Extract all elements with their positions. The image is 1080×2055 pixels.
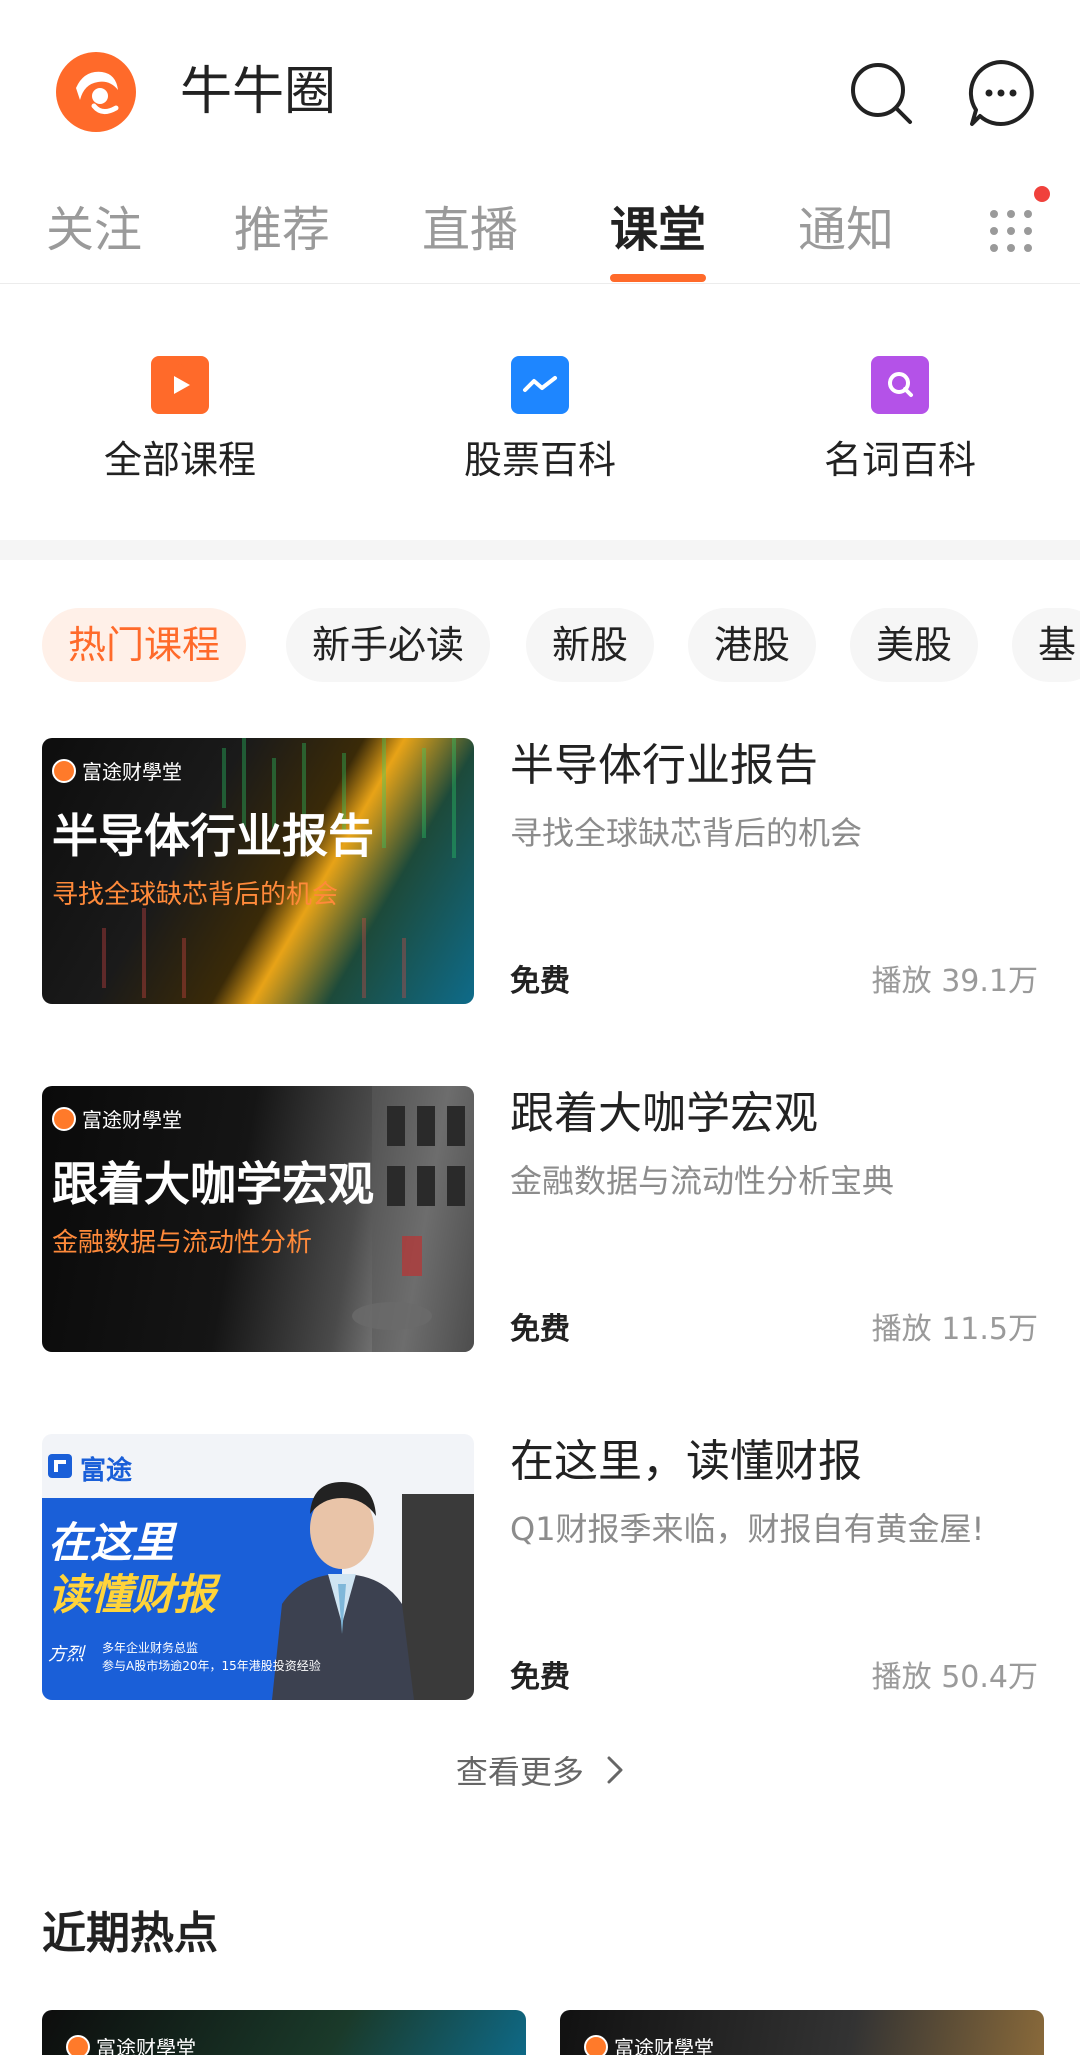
chip-us-stocks[interactable]: 美股: [850, 608, 979, 682]
chip-hk-stocks[interactable]: 港股: [688, 608, 817, 682]
presenter-desc-2: 参与A股市场逾20年，15年港股投资经验: [102, 1659, 321, 1673]
shortcut-label: 名词百科: [823, 438, 976, 482]
course-play-count: 播放 39.1万: [871, 964, 1038, 999]
search-book-icon: [871, 356, 929, 414]
play-tv-icon: [151, 356, 209, 414]
section-divider: [0, 540, 1080, 560]
course-item[interactable]: 富途财學堂 半导体行业报告 寻找全球缺芯背后的机会 半导体行业报告 寻找全球缺芯…: [0, 738, 1080, 1008]
brand-mascot-icon: [52, 758, 76, 783]
course-price: 免费: [510, 1312, 570, 1347]
thumb-title: 跟着大咖学宏观: [52, 1157, 374, 1211]
brand-text: 富途财學堂: [82, 1108, 182, 1132]
course-play-count: 播放 50.4万: [871, 1660, 1038, 1695]
course-item[interactable]: 富途 在这里 读懂财报 方烈 多年企业财务总监 参与A股市场逾20年，15年港股…: [0, 1434, 1080, 1704]
section-title: 近期热点: [42, 1908, 218, 1959]
notification-badge: [1034, 186, 1050, 202]
brand-logo: 富途财學堂: [584, 2032, 714, 2055]
chart-line-icon: [511, 356, 569, 414]
course-subtitle: Q1财报季来临，财报自有黄金屋!: [510, 1510, 985, 1548]
course-price: 免费: [510, 964, 570, 999]
brand-text: 富途财學堂: [614, 2036, 714, 2055]
tab-classroom[interactable]: 课堂: [610, 200, 706, 260]
brand-mascot-icon: [66, 2034, 90, 2055]
chip-beginner[interactable]: 新手必读: [286, 608, 491, 682]
course-title[interactable]: 在这里，读懂财报: [510, 1434, 862, 1490]
active-tab-indicator: [610, 274, 706, 282]
tab-live[interactable]: 直播: [422, 200, 518, 260]
see-more-label: 查看更多: [455, 1753, 584, 1791]
message-icon[interactable]: [966, 58, 1036, 128]
course-title[interactable]: 跟着大咖学宏观: [510, 1086, 818, 1142]
thumb-subtitle: 寻找全球缺芯背后的机会: [52, 880, 339, 910]
thumb-subtitle: 金融数据与流动性分析: [52, 1228, 313, 1258]
tab-notifications[interactable]: 通知: [798, 200, 894, 260]
course-thumbnail[interactable]: 富途 在这里 读懂财报 方烈 多年企业财务总监 参与A股市场逾20年，15年港股…: [42, 1434, 474, 1700]
search-icon[interactable]: [848, 60, 916, 128]
presenter-name: 方烈: [48, 1644, 84, 1665]
course-thumbnail[interactable]: 富途财學堂 跟着大咖学宏观 金融数据与流动性分析: [42, 1086, 474, 1352]
brand-mascot-icon: [584, 2034, 608, 2055]
app-header: 牛牛圈: [0, 0, 1080, 190]
shortcut-all-courses[interactable]: 全部课程: [60, 356, 300, 484]
hot-topic-card[interactable]: 富途财學堂: [560, 2010, 1044, 2055]
shortcut-label: 全部课程: [103, 438, 256, 482]
course-subtitle: 金融数据与流动性分析宝典: [510, 1162, 895, 1200]
grid-menu-icon[interactable]: [988, 208, 1034, 254]
app-logo-icon[interactable]: [54, 50, 138, 134]
thumb-title-line1: 在这里: [48, 1518, 175, 1567]
course-item[interactable]: 富途财學堂 跟着大咖学宏观 金融数据与流动性分析 跟着大咖学宏观 金融数据与流动…: [0, 1086, 1080, 1356]
course-thumbnail[interactable]: 富途财學堂 半导体行业报告 寻找全球缺芯背后的机会: [42, 738, 474, 1004]
see-more-link[interactable]: 查看更多: [0, 1748, 1080, 1798]
course-price: 免费: [510, 1660, 570, 1695]
course-play-count: 播放 11.5万: [871, 1312, 1038, 1347]
page-title: 牛牛圈: [180, 62, 337, 122]
chip-fund[interactable]: 基: [1012, 608, 1080, 682]
category-chips: 热门课程 新手必读 新股 港股 美股 基: [0, 596, 1080, 694]
course-subtitle: 寻找全球缺芯背后的机会: [510, 814, 863, 852]
course-title[interactable]: 半导体行业报告: [510, 738, 818, 794]
shortcut-label: 股票百科: [463, 438, 616, 482]
chip-hot-courses[interactable]: 热门课程: [42, 608, 247, 682]
shortcut-stock-wiki[interactable]: 股票百科: [420, 356, 660, 484]
brand-mascot-icon: [52, 1106, 76, 1131]
thumb-title-line2: 读懂财报: [48, 1570, 217, 1619]
tab-follow[interactable]: 关注: [46, 200, 142, 260]
presenter-desc-1: 多年企业财务总监: [102, 1641, 199, 1655]
thumb-title: 半导体行业报告: [52, 809, 374, 863]
tab-recommend[interactable]: 推荐: [234, 200, 330, 260]
top-tabs: 关注 推荐 直播 课堂 通知: [0, 190, 1080, 284]
shortcut-term-wiki[interactable]: 名词百科: [780, 356, 1020, 484]
brand-text: 富途: [80, 1456, 133, 1486]
shortcut-row: 全部课程 股票百科 名词百科: [0, 284, 1080, 540]
brand-logo: 富途财學堂: [52, 1104, 182, 1133]
brand-logo: 富途财學堂: [52, 756, 182, 785]
brand-text: 富途财學堂: [96, 2036, 196, 2055]
chip-ipo[interactable]: 新股: [526, 608, 655, 682]
hot-topic-card[interactable]: 富途财學堂: [42, 2010, 526, 2055]
brand-logo: 富途财學堂: [66, 2032, 196, 2055]
chevron-right-icon: [606, 1750, 624, 1798]
brand-text: 富途财學堂: [82, 760, 182, 784]
